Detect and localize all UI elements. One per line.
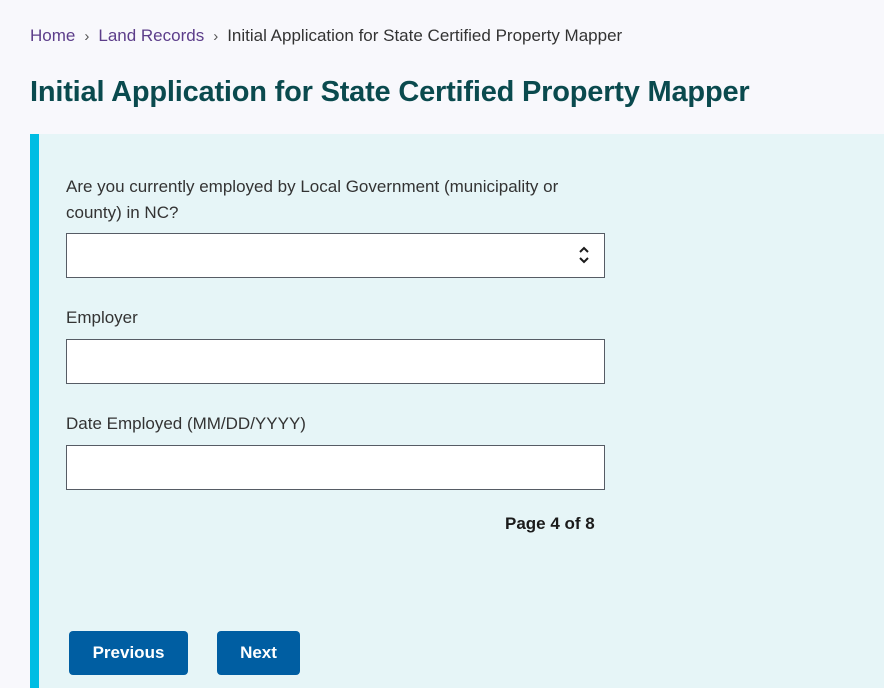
next-button[interactable]: Next [217, 631, 300, 675]
chevron-right-icon: › [213, 28, 219, 45]
date-employed-label: Date Employed (MM/DD/YYYY) [66, 414, 306, 433]
employer-label: Employer [66, 308, 138, 327]
previous-button[interactable]: Previous [69, 631, 188, 675]
select-up-down-icon [579, 246, 589, 264]
employer-input[interactable] [66, 339, 605, 384]
employed-select[interactable] [66, 233, 605, 278]
page-title: Initial Application for State Certified … [30, 76, 750, 108]
breadcrumb: Home › Land Records › Initial Application fo… [30, 24, 622, 49]
employed-question-label: Are you currently employed by Local Gove… [66, 177, 559, 222]
chevron-right-icon: › [84, 28, 90, 45]
breadcrumb-current: Initial Application for State Certified … [227, 26, 623, 45]
date-employed-input[interactable] [66, 445, 605, 490]
breadcrumb-land-records[interactable]: Land Records [98, 26, 204, 45]
breadcrumb-home[interactable]: Home [30, 26, 75, 45]
form-panel: Are you currently employed by Local Gove… [30, 134, 884, 688]
page-indicator: Page 4 of 8 [505, 514, 595, 533]
